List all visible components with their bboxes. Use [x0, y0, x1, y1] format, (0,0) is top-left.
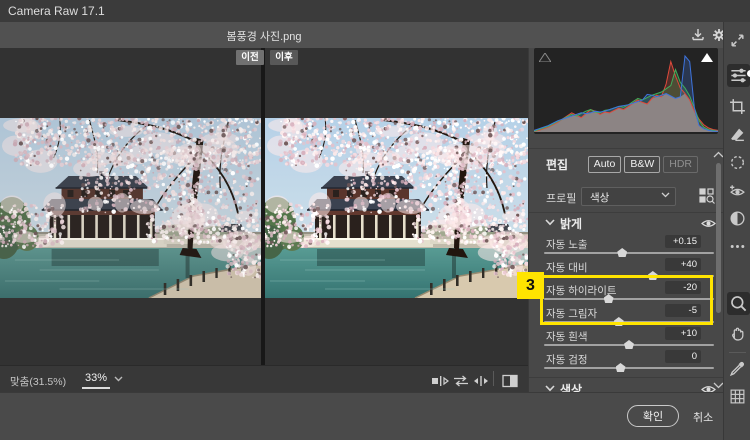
slider-row: 자동 그림자 -5 [529, 305, 724, 328]
footer-bar: 확인 취소 [0, 392, 723, 440]
mode-button-auto[interactable]: Auto [588, 156, 622, 173]
crop-icon[interactable] [729, 98, 746, 115]
swap-settings-icon[interactable] [452, 374, 470, 388]
window-titlebar[interactable]: Camera Raw 17.1 [0, 0, 750, 23]
slider-label: 자동 대비 [546, 260, 588, 275]
slider-thumb[interactable] [617, 248, 627, 257]
light-section-eye-icon[interactable] [701, 218, 716, 229]
sliders: 자동 노출 +0.15 자동 대비 +40 자동 하이라이트 -20 자동 그림… [529, 236, 724, 374]
divider [529, 212, 724, 213]
after-pane[interactable] [265, 48, 528, 365]
mode-button-hdr[interactable]: HDR [663, 156, 698, 173]
filename: 봄풍경 사진.png [0, 28, 528, 44]
slider-thumb[interactable] [648, 271, 658, 280]
slider-track[interactable] [544, 367, 714, 369]
zoom-level[interactable]: 33% [82, 372, 110, 389]
slider-thumb[interactable] [614, 317, 624, 326]
profile-value: 색상 [590, 190, 609, 205]
slider-label: 자동 노출 [546, 237, 588, 252]
mask-icon[interactable] [729, 154, 746, 171]
histogram-plot [534, 48, 718, 134]
window-title: Camera Raw 17.1 [8, 4, 105, 18]
slider-value-box[interactable]: 0 [665, 350, 701, 363]
heal-icon[interactable] [729, 126, 746, 143]
tool-rail [723, 22, 750, 440]
chevron-down-icon [661, 192, 670, 198]
mode-button-bw[interactable]: B&W [624, 156, 660, 173]
slider-track[interactable] [544, 252, 714, 254]
slider-label: 자동 흰색 [546, 329, 588, 344]
red-eye-icon[interactable] [729, 182, 746, 199]
more-dots-icon[interactable] [729, 238, 746, 255]
slider-row: 자동 흰색 +10 [529, 328, 724, 351]
scrollbar-thumb[interactable] [716, 163, 721, 313]
light-section-title[interactable]: 밝게 [560, 215, 582, 232]
hand-icon[interactable] [729, 324, 746, 341]
slider-label: 자동 그림자 [546, 306, 597, 321]
histogram[interactable] [534, 48, 718, 134]
edit-panel: 편집 AutoB&WHDR 프로필 색상 밝게 자동 노출 +0.15 자동 대… [528, 48, 724, 392]
slider-label: 자동 검정 [546, 352, 588, 367]
profile-label: 프로필 [546, 190, 576, 206]
expand-icon[interactable] [729, 32, 746, 49]
before-after-left-icon[interactable] [431, 374, 449, 388]
header-bar: 봄풍경 사진.png [0, 22, 723, 48]
edit-sliders-icon[interactable] [727, 64, 750, 87]
highlight-clipping-icon[interactable] [701, 53, 713, 62]
fit-zoom-label[interactable]: 맞춤(31.5%) [10, 374, 66, 389]
divider [529, 148, 724, 149]
color-sampler-icon[interactable] [729, 360, 746, 377]
slider-thumb[interactable] [624, 340, 634, 349]
zoom-chevron-down-icon[interactable] [114, 376, 123, 382]
before-photo [0, 118, 261, 298]
slider-track[interactable] [544, 275, 714, 277]
slider-row: 자동 검정 0 [529, 351, 724, 374]
section-collapse-icon[interactable] [545, 219, 555, 226]
preset-browser-icon[interactable] [699, 188, 715, 204]
slider-track[interactable] [544, 298, 714, 300]
slider-label: 자동 하이라이트 [546, 283, 617, 298]
split-view-icon[interactable] [501, 374, 519, 388]
slider-value-box[interactable]: +0.15 [665, 235, 701, 248]
slider-value-box[interactable]: +40 [665, 258, 701, 271]
slider-row: 자동 노출 +0.15 [529, 236, 724, 259]
toolbar-divider [493, 371, 494, 386]
slider-track[interactable] [544, 344, 714, 346]
slider-track[interactable] [544, 321, 714, 323]
shadow-clipping-icon[interactable] [539, 53, 551, 62]
copy-settings-icon[interactable] [472, 374, 490, 388]
zoom-icon[interactable] [727, 292, 750, 315]
slider-value-box[interactable]: -5 [665, 304, 701, 317]
presets-icon[interactable] [729, 210, 746, 227]
rail-divider [729, 352, 746, 353]
slider-row: 자동 대비 +40 [529, 259, 724, 282]
before-button[interactable]: 이전 [236, 50, 264, 65]
divider [529, 377, 724, 378]
slider-value-box[interactable]: +10 [665, 327, 701, 340]
ok-button[interactable]: 확인 [627, 405, 679, 427]
save-download-icon[interactable] [690, 27, 706, 43]
image-viewport: 이전 이후 [0, 48, 528, 365]
mode-buttons: AutoB&WHDR [588, 156, 698, 173]
after-photo [265, 118, 528, 298]
slider-row: 자동 하이라이트 -20 [529, 282, 724, 305]
after-button[interactable]: 이후 [270, 50, 298, 65]
camera-raw-window: Camera Raw 17.1 봄풍경 사진.png 이전 이후 맞춤(31.5… [0, 0, 750, 440]
slider-value-box[interactable]: -20 [665, 281, 701, 294]
step-badge: 3 [517, 272, 544, 299]
slider-thumb[interactable] [616, 363, 626, 372]
cancel-button[interactable]: 취소 [693, 409, 713, 425]
section-collapse-icon[interactable] [545, 385, 555, 392]
profile-select[interactable]: 색상 [581, 187, 676, 206]
edit-label: 편집 [546, 156, 568, 173]
grid-icon[interactable] [729, 388, 746, 405]
before-pane[interactable] [0, 48, 261, 365]
